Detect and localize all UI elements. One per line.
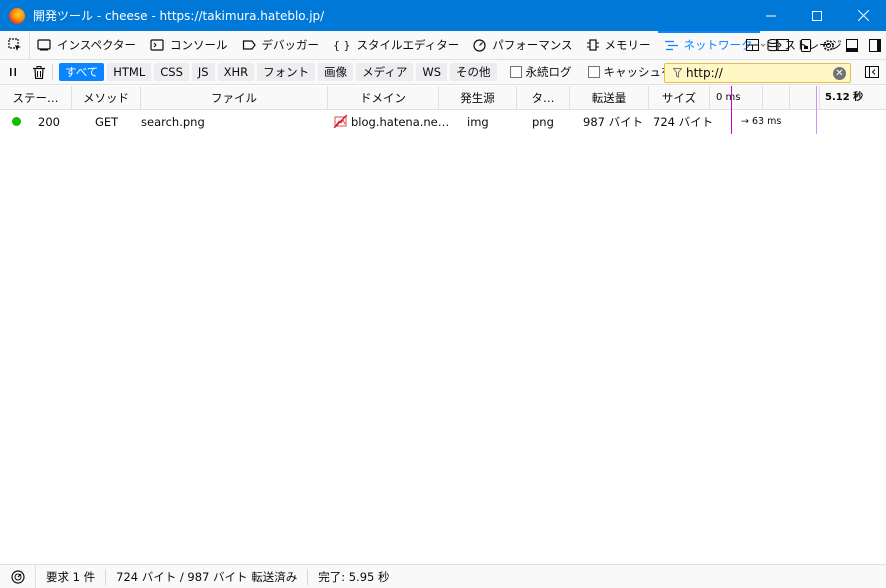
minimize-icon (766, 15, 776, 16)
broken-image-icon (334, 115, 347, 128)
toggle-sidebar-button[interactable] (864, 64, 880, 80)
checkbox-box[interactable] (587, 66, 600, 78)
filter-images[interactable]: 画像 (318, 63, 354, 81)
filter-all[interactable]: すべて (59, 63, 105, 81)
tab-label: インスペクター (57, 38, 137, 52)
performance-analysis-button[interactable] (0, 564, 36, 588)
url-filter-input[interactable]: http:// ✕ (664, 63, 851, 83)
dock-side-icon (868, 38, 881, 52)
settings-button[interactable] (817, 31, 840, 59)
trash-icon (33, 65, 45, 79)
tab-label: デバッガー (261, 38, 320, 52)
table-row[interactable]: 200 GET search.png blog.hatena.ne… img p… (0, 110, 886, 134)
pause-button[interactable] (0, 60, 26, 84)
column-type[interactable]: タ… (517, 86, 570, 110)
cell-status: 200 (38, 115, 60, 129)
element-picker-icon (7, 38, 21, 51)
mobile-icon (800, 38, 811, 52)
requests-table-header: ステー… メソッド ファイル ドメイン 発生源 タ… 転送量 サイズ 0 ms … (0, 86, 886, 110)
debugger-icon (242, 39, 256, 51)
network-filter-toolbar: すべて HTML CSS JS XHR フォント 画像 メディア WS その他 … (0, 60, 886, 85)
column-cause[interactable]: 発生源 (439, 86, 517, 110)
stopwatch-icon (10, 569, 25, 584)
url-filter-value[interactable]: http:// (686, 66, 723, 80)
filter-html[interactable]: HTML (107, 63, 152, 81)
checkbox-box[interactable] (509, 66, 522, 78)
performance-icon (473, 38, 486, 52)
finish-time: 完了: 5.95 秒 (318, 569, 390, 584)
layout-icon (746, 39, 766, 51)
waterfall-tick-start: 0 ms (716, 92, 741, 103)
dock-bottom-icon (845, 38, 858, 52)
cell-method: GET (95, 115, 119, 129)
filter-media[interactable]: メディア (356, 63, 414, 81)
terminal-icon (776, 39, 789, 51)
panel-toggle-icon (865, 66, 879, 78)
cell-file: search.png (141, 115, 205, 129)
minimize-button[interactable] (748, 0, 794, 31)
close-button[interactable] (840, 0, 886, 31)
close-icon (857, 10, 869, 21)
tab-style-editor[interactable]: { } スタイルエディター (326, 31, 466, 59)
clear-button[interactable] (26, 60, 52, 84)
frame-select-button[interactable] (741, 31, 771, 59)
cell-size: 724 バイト (653, 115, 714, 129)
filter-ws[interactable]: WS (416, 63, 448, 81)
dock-side-button[interactable] (863, 31, 886, 59)
firefox-logo-icon (9, 7, 25, 24)
responsive-design-button[interactable] (794, 31, 817, 59)
column-size[interactable]: サイズ (649, 86, 710, 110)
split-console-button[interactable] (771, 31, 794, 59)
maximize-button[interactable] (794, 0, 840, 31)
persist-logs-checkbox[interactable]: 永続ログ (509, 64, 572, 80)
filter-xhr[interactable]: XHR (217, 63, 255, 81)
tab-label: スタイルエディター (356, 38, 460, 52)
tab-console[interactable]: コンソール (143, 31, 235, 59)
column-status[interactable]: ステー… (0, 86, 72, 110)
window-titlebar: 開発ツール - cheese - https://takimura.hatebl… (0, 0, 886, 31)
tab-debugger[interactable]: デバッガー (235, 31, 327, 59)
network-icon (664, 40, 678, 51)
cell-timing: → 63 ms (741, 116, 782, 127)
request-count: 要求 1 件 (36, 568, 107, 585)
column-method[interactable]: メソッド (72, 86, 141, 110)
cell-transferred: 987 バイト (583, 115, 644, 129)
element-picker-button[interactable] (0, 31, 30, 59)
column-domain[interactable]: ドメイン (328, 86, 439, 110)
tab-inspector[interactable]: インスペクター (30, 31, 143, 59)
column-file[interactable]: ファイル (141, 86, 328, 110)
column-transferred[interactable]: 転送量 (570, 86, 649, 110)
toolbox-tabbar: インスペクター コンソール デバッガー { } スタイルエディター パフォーマン… (0, 31, 886, 60)
maximize-icon (812, 10, 822, 21)
window-title: 開発ツール - cheese - https://takimura.hatebl… (33, 9, 325, 23)
cell-cause: img (467, 115, 489, 129)
style-editor-icon: { } (333, 38, 351, 52)
tab-label: パフォーマンス (492, 38, 573, 52)
transfer-summary: 724 バイト / 987 バイト 転送済み (106, 568, 309, 585)
filter-js[interactable]: JS (191, 63, 215, 81)
cell-type: png (532, 115, 554, 129)
filter-funnel-icon (673, 68, 682, 78)
filter-css[interactable]: CSS (154, 63, 189, 81)
tab-memory[interactable]: メモリー (580, 31, 658, 59)
gear-icon (823, 39, 834, 51)
memory-icon (586, 39, 599, 51)
network-status-bar: 要求 1 件 724 バイト / 987 バイト 転送済み 完了: 5.95 秒 (0, 564, 886, 588)
cell-domain: blog.hatena.ne… (351, 115, 450, 129)
tab-label: コンソール (170, 38, 228, 52)
pause-icon (10, 68, 16, 76)
clear-filter-icon[interactable]: ✕ (833, 67, 846, 80)
filter-other[interactable]: その他 (450, 63, 497, 81)
tab-performance[interactable]: パフォーマンス (466, 31, 579, 59)
dock-bottom-button[interactable] (840, 31, 863, 59)
persist-logs-label: 永続ログ (525, 65, 572, 79)
console-icon (150, 39, 164, 51)
status-ok-icon (12, 117, 21, 126)
inspector-icon (37, 39, 51, 51)
filter-fonts[interactable]: フォント (257, 63, 316, 81)
tab-label: メモリー (604, 38, 651, 52)
waterfall-tick-end: 5.12 秒 (825, 92, 864, 103)
